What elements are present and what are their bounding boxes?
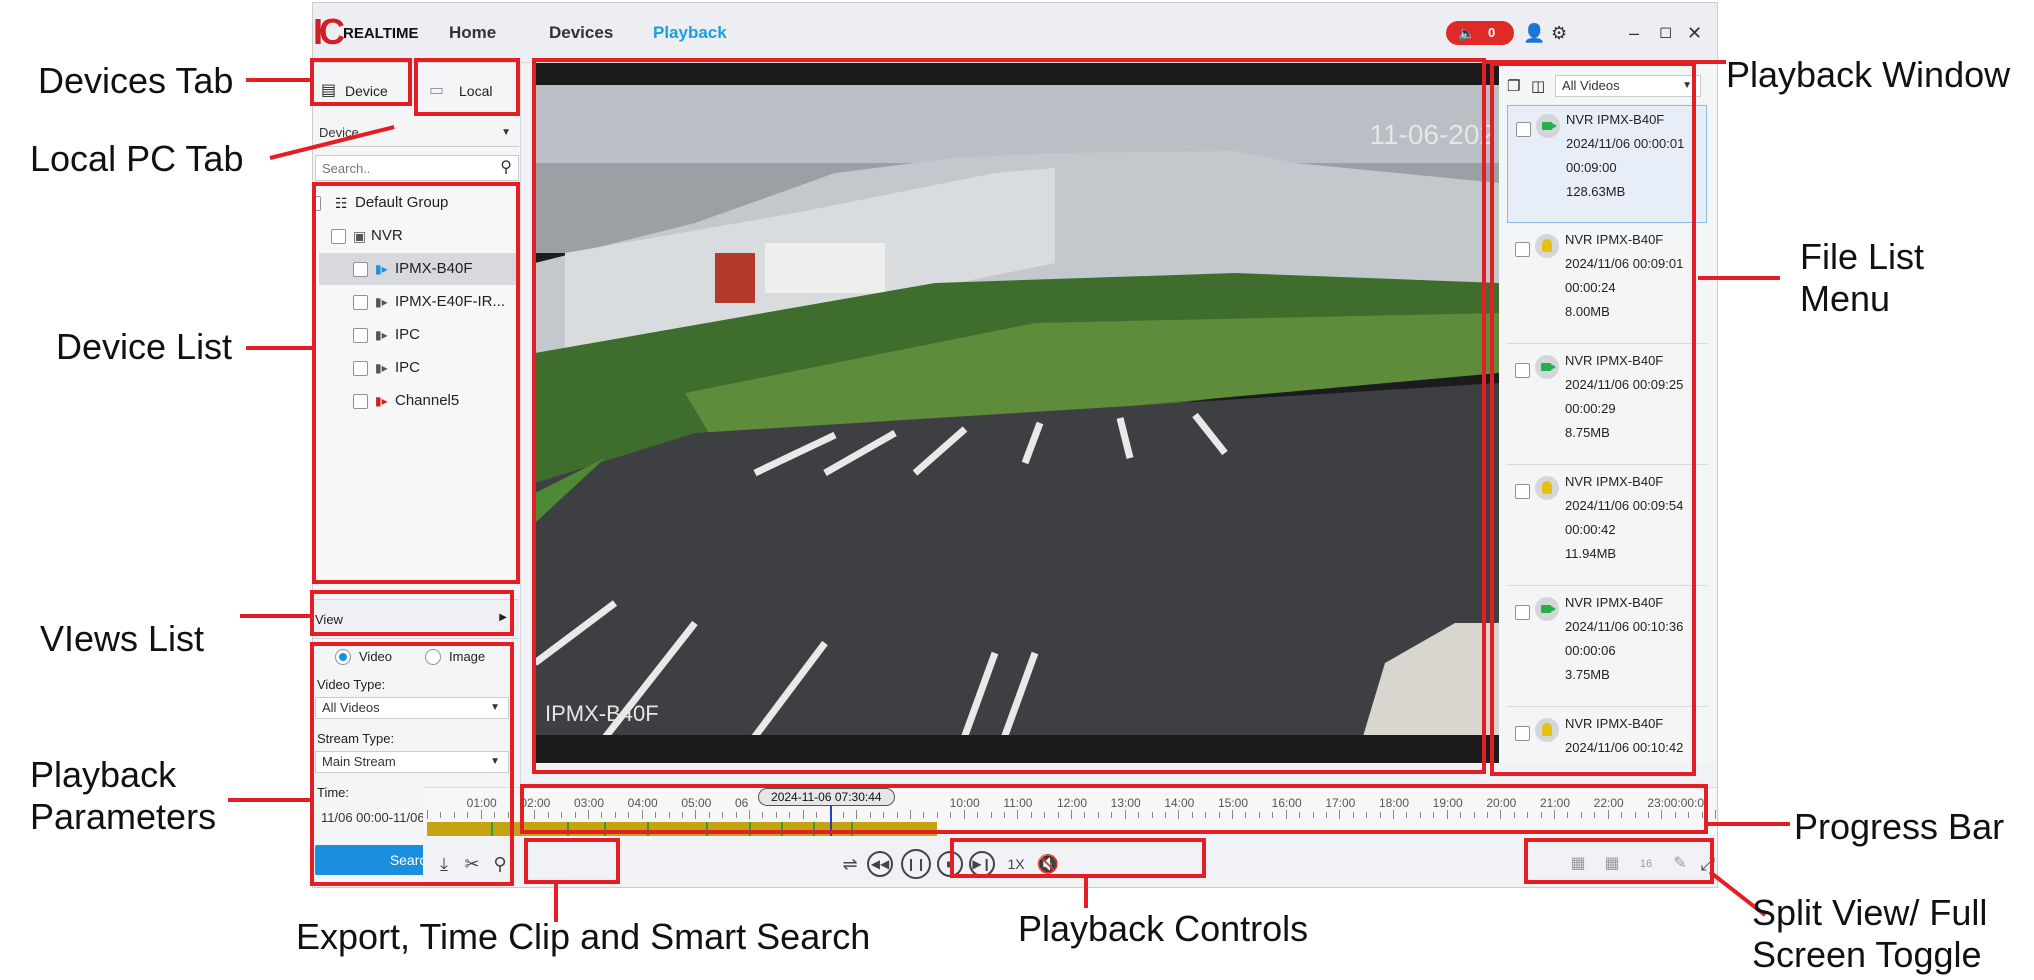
label-devices-tab: Devices Tab xyxy=(38,60,234,101)
highlight-playback-controls xyxy=(950,838,1206,878)
label-file-list-2: Menu xyxy=(1800,278,1891,319)
highlight-file-list xyxy=(1490,62,1696,776)
timeline-tick xyxy=(1715,810,1716,819)
leader-file-list xyxy=(1698,276,1780,280)
label-progress-bar: Progress Bar xyxy=(1794,806,2005,847)
logo-mark: IC xyxy=(313,11,345,52)
highlight-views-list xyxy=(310,590,514,636)
label-views-list: VIews List xyxy=(40,618,205,659)
highlight-devices-tab xyxy=(310,58,412,106)
nav-home[interactable]: Home xyxy=(449,23,496,43)
highlight-split-view xyxy=(1524,838,1714,884)
label-split-view-2: Screen Toggle xyxy=(1752,934,1982,975)
label-playback-controls: Playback Controls xyxy=(1018,908,1309,949)
label-export-clip-search: Export, Time Clip and Smart Search xyxy=(296,916,871,957)
label-playback-parameters-1: Playback xyxy=(30,754,177,795)
speaker-icon: 🔈 xyxy=(1458,25,1476,41)
sync-icon[interactable]: ⇌ xyxy=(835,849,865,879)
close-icon[interactable]: ✕ xyxy=(1687,21,1702,45)
leader-progress-bar xyxy=(1708,822,1790,826)
user-icon[interactable]: 👤 xyxy=(1523,21,1545,45)
leader-device-list xyxy=(246,346,312,350)
label-playback-parameters-2: Parameters xyxy=(30,796,217,837)
top-bar: IC REALTIME Home Devices Playback 🔈 0 👤 … xyxy=(313,3,1717,63)
leader-playback-window xyxy=(1486,60,1726,64)
chevron-down-icon: ▼ xyxy=(501,127,511,138)
rewind-icon[interactable]: ◀◀ xyxy=(867,851,893,877)
search-input[interactable] xyxy=(322,156,482,180)
search-icon[interactable]: ⚲ xyxy=(500,157,512,177)
nav-playback[interactable]: Playback xyxy=(653,23,727,43)
label-playback-window: Playback Window xyxy=(1726,54,2011,95)
maximize-icon[interactable]: ◻ xyxy=(1659,21,1672,45)
minimize-icon[interactable]: – xyxy=(1629,21,1639,45)
highlight-local-tab xyxy=(414,58,520,116)
alarm-badge[interactable]: 🔈 0 xyxy=(1446,21,1514,45)
label-device-list: Device List xyxy=(56,326,233,367)
gear-icon[interactable]: ⚙ xyxy=(1551,21,1567,45)
label-split-view-1: Split View/ Full xyxy=(1752,892,1988,933)
highlight-device-list xyxy=(312,182,520,584)
logo-text: REALTIME xyxy=(343,25,419,42)
highlight-playback-params xyxy=(310,642,514,886)
nav-devices[interactable]: Devices xyxy=(549,23,613,43)
leader-playback-controls xyxy=(1084,878,1088,908)
label-local-pc-tab: Local PC Tab xyxy=(30,138,244,179)
leader-views-list xyxy=(240,614,310,618)
leader-devices-tab xyxy=(246,78,310,82)
pause-icon[interactable]: ❙❙ xyxy=(901,849,931,879)
search-field[interactable]: ⚲ xyxy=(315,155,519,181)
alarm-count: 0 xyxy=(1488,25,1496,40)
highlight-playback-window xyxy=(532,58,1486,774)
device-dropdown[interactable]: Device ▼ xyxy=(313,121,519,147)
highlight-progress-bar xyxy=(520,784,1708,834)
highlight-export-controls xyxy=(524,838,620,884)
label-file-list-1: File List xyxy=(1800,236,1925,277)
leader-playback-params xyxy=(228,798,310,802)
